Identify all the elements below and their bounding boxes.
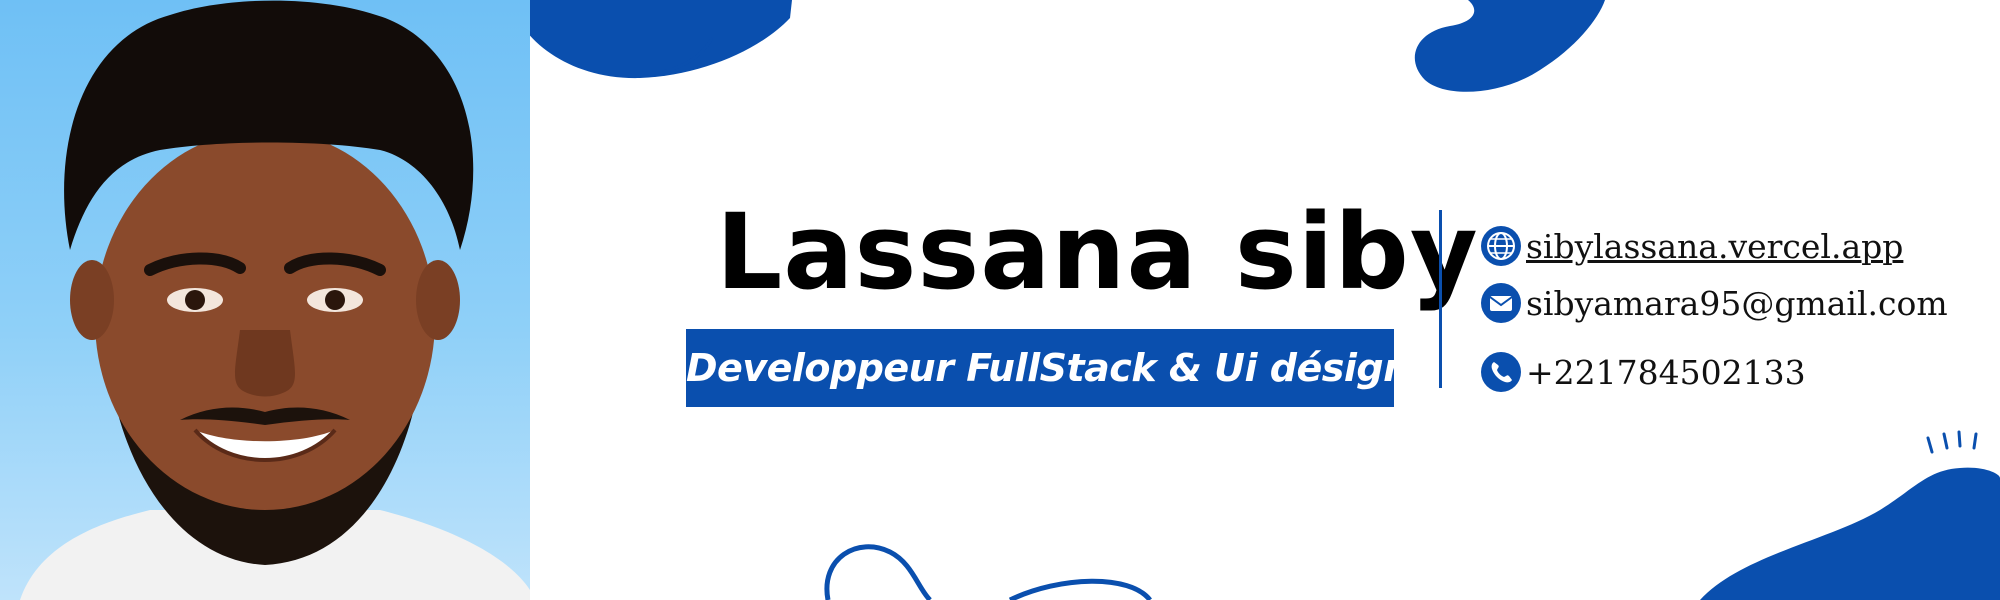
- phone-number[interactable]: +221784502133: [1526, 353, 1806, 392]
- portrait-illustration: [20, 0, 530, 600]
- website-link[interactable]: sibylassana.vercel.app: [1526, 227, 1903, 266]
- left-ear: [70, 260, 114, 340]
- mail-icon: [1481, 283, 1521, 323]
- vertical-divider: [1439, 210, 1442, 388]
- right-ear: [416, 260, 460, 340]
- contact-phone[interactable]: +221784502133: [1480, 349, 1806, 395]
- top-left-curve: [629, 37, 714, 75]
- person-name: Lassana siby: [716, 191, 1479, 313]
- phone-icon: [1481, 352, 1521, 392]
- job-title: Developpeur FullStack & Ui désigner: [686, 346, 1454, 390]
- email-address[interactable]: sibyamara95@gmail.com: [1526, 284, 1948, 323]
- top-left-blob: [510, 0, 792, 79]
- contact-email[interactable]: sibyamara95@gmail.com: [1480, 280, 1948, 326]
- profile-banner: Lassana siby Developpeur FullStack & Ui …: [0, 0, 2000, 600]
- bottom-center-curve: [824, 544, 932, 600]
- contact-website[interactable]: sibylassana.vercel.app: [1480, 223, 1903, 269]
- bottom-right-blob: [1700, 467, 2000, 600]
- top-right-blob: [1414, 0, 1605, 92]
- bottom-center-curve-2: [1008, 578, 1152, 600]
- profile-photo: [0, 0, 530, 600]
- bottom-right-strokes: [1926, 430, 1978, 454]
- job-title-banner: Developpeur FullStack & Ui désigner: [686, 329, 1454, 407]
- globe-icon: [1481, 226, 1521, 266]
